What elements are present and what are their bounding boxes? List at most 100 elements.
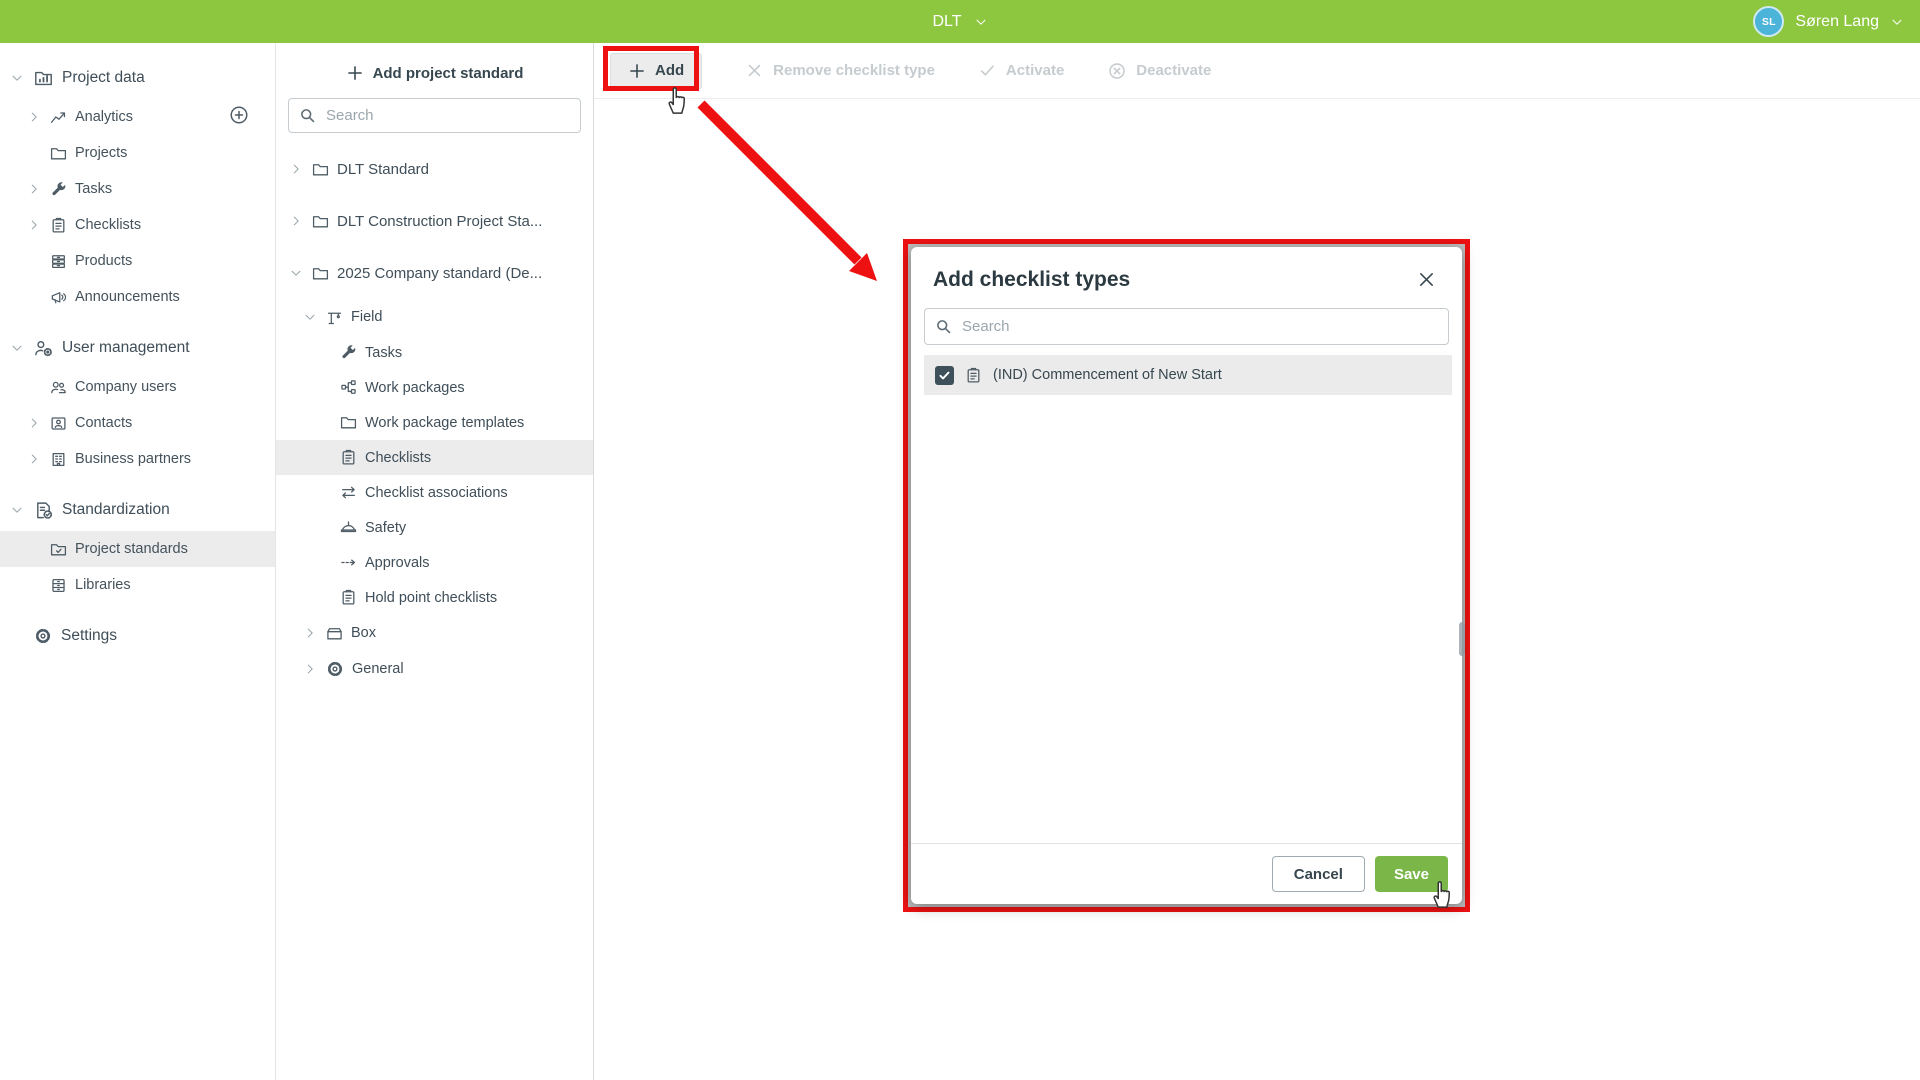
tree-node-work-package-templates[interactable]: Work package templates (276, 405, 593, 440)
checkbox-checked[interactable] (935, 366, 954, 385)
sidebar-section-user-management[interactable]: User management (0, 327, 275, 369)
close-icon[interactable] (1413, 266, 1440, 293)
crane-icon (326, 309, 343, 326)
sidebar-section: Settings (0, 615, 275, 657)
folder-icon (340, 414, 357, 431)
checklist-type-row[interactable]: (IND) Commencement of New Start (924, 355, 1452, 395)
user-name: Søren Lang (1795, 13, 1879, 31)
dashed-arrow-icon (340, 554, 357, 571)
activate-button: Activate (979, 62, 1064, 80)
sidebar-item-business-partners[interactable]: Business partners (0, 441, 275, 477)
plus-icon (628, 62, 646, 80)
sidebar-item-analytics[interactable]: Analytics (0, 99, 275, 135)
tree-node-2025-company-standard-de[interactable]: 2025 Company standard (De... (276, 247, 593, 299)
contact-card-icon (50, 415, 67, 432)
standards-tree: DLT Standard DLT Construction Project St… (276, 143, 593, 687)
sidebar-section-settings[interactable]: Settings (0, 615, 275, 657)
library-icon (50, 577, 67, 594)
gear-icon (326, 660, 344, 678)
sidebar-item-announcements[interactable]: Announcements (0, 279, 275, 315)
tree-search-input[interactable] (324, 106, 570, 125)
tree-node-safety[interactable]: Safety (276, 510, 593, 545)
save-button[interactable]: Save (1375, 856, 1448, 892)
sidebar-section-standardization[interactable]: Standardization (0, 489, 275, 531)
swap-icon (340, 484, 357, 501)
doc-check-icon (34, 501, 53, 520)
add-project-standard-button[interactable]: Add project standard (276, 55, 593, 91)
chevron-right-icon[interactable] (302, 662, 318, 676)
folder-icon (312, 161, 329, 178)
chevron-right-icon[interactable] (288, 214, 304, 228)
folder-icon (312, 213, 329, 230)
tree-node-work-packages[interactable]: Work packages (276, 370, 593, 405)
tree-node-hold-point-checklists[interactable]: Hold point checklists (276, 580, 593, 615)
dialog-title: Add checklist types (933, 268, 1130, 292)
helmet-icon (340, 519, 357, 536)
clipboard-icon (340, 589, 357, 606)
dialog-footer: Cancel Save (911, 843, 1462, 904)
sidebar-section: Project data Analytics Projects Tasks Ch… (0, 57, 275, 315)
sidebar-item-contacts[interactable]: Contacts (0, 405, 275, 441)
add-project-standard-label: Add project standard (373, 65, 524, 82)
x-icon (746, 62, 763, 79)
sidebar-section-project-data[interactable]: Project data (0, 57, 275, 99)
tree-node-dlt-construction-project-sta[interactable]: DLT Construction Project Sta... (276, 195, 593, 247)
dialog-search-input[interactable] (960, 317, 1438, 336)
sidebar-item-checklists[interactable]: Checklists (0, 207, 275, 243)
tree-node-approvals[interactable]: Approvals (276, 545, 593, 580)
x-circle-icon (1108, 62, 1126, 80)
tree-node-dlt-standard[interactable]: DLT Standard (276, 143, 593, 195)
chevron-right-icon[interactable] (288, 162, 304, 176)
remove-checklist-type-button: Remove checklist type (746, 62, 935, 80)
tree-node-field[interactable]: Field (276, 299, 593, 335)
search-icon (935, 318, 952, 335)
sidebar: Project data Analytics Projects Tasks Ch… (0, 43, 276, 1080)
tree-node-checklists[interactable]: Checklists (276, 440, 593, 475)
sidebar-item-company-users[interactable]: Company users (0, 369, 275, 405)
sidebar-item-project-standards[interactable]: Project standards (0, 531, 275, 567)
tree-node-box[interactable]: Box (276, 615, 593, 651)
building-icon (50, 451, 67, 468)
tree-node-tasks[interactable]: Tasks (276, 335, 593, 370)
sidebar-item-libraries[interactable]: Libraries (0, 567, 275, 603)
sidebar-section: User management Company users Contacts B… (0, 327, 275, 477)
project-data-icon (34, 69, 53, 88)
add-button-label: Add (655, 62, 684, 79)
chevron-down-icon (1890, 15, 1904, 29)
plus-circle-icon[interactable] (229, 105, 249, 129)
nodes-icon (340, 379, 357, 396)
sidebar-item-tasks[interactable]: Tasks (0, 171, 275, 207)
sidebar-section: Standardization Project standards Librar… (0, 489, 275, 603)
chevron-down-icon[interactable] (302, 310, 318, 324)
box-icon (326, 625, 343, 642)
clipboard-icon (50, 217, 67, 234)
people-icon (50, 379, 67, 396)
dialog-search (924, 308, 1449, 345)
search-icon (299, 107, 316, 124)
tree-node-checklist-associations[interactable]: Checklist associations (276, 475, 593, 510)
add-checklist-types-dialog: Add checklist types (IND) Commencement o… (911, 247, 1462, 904)
project-switcher[interactable]: DLT (0, 0, 1920, 43)
folder-icon (50, 145, 67, 162)
sidebar-item-products[interactable]: Products (0, 243, 275, 279)
cancel-button[interactable]: Cancel (1272, 856, 1365, 892)
tree-node-general[interactable]: General (276, 651, 593, 687)
folder-icon (312, 265, 329, 282)
products-icon (50, 253, 67, 270)
avatar: SL (1753, 6, 1784, 37)
topbar: DLT SL Søren Lang (0, 0, 1920, 43)
scrollbar-thumb[interactable] (1459, 622, 1465, 656)
checklist-type-list: (IND) Commencement of New Start (924, 355, 1452, 843)
add-button[interactable]: Add (610, 53, 702, 89)
toolbar: Add Remove checklist type Activate Deactiv… (594, 43, 1920, 99)
deactivate-button: Deactivate (1108, 62, 1211, 80)
chevron-right-icon[interactable] (302, 626, 318, 640)
dialog-header: Add checklist types (911, 247, 1462, 306)
wrench-icon (50, 181, 67, 198)
plus-icon (346, 64, 364, 82)
sidebar-item-projects[interactable]: Projects (0, 135, 275, 171)
user-menu[interactable]: SL Søren Lang (1753, 0, 1904, 43)
chevron-down-icon[interactable] (288, 266, 304, 280)
megaphone-icon (50, 289, 67, 306)
wrench-icon (340, 344, 357, 361)
